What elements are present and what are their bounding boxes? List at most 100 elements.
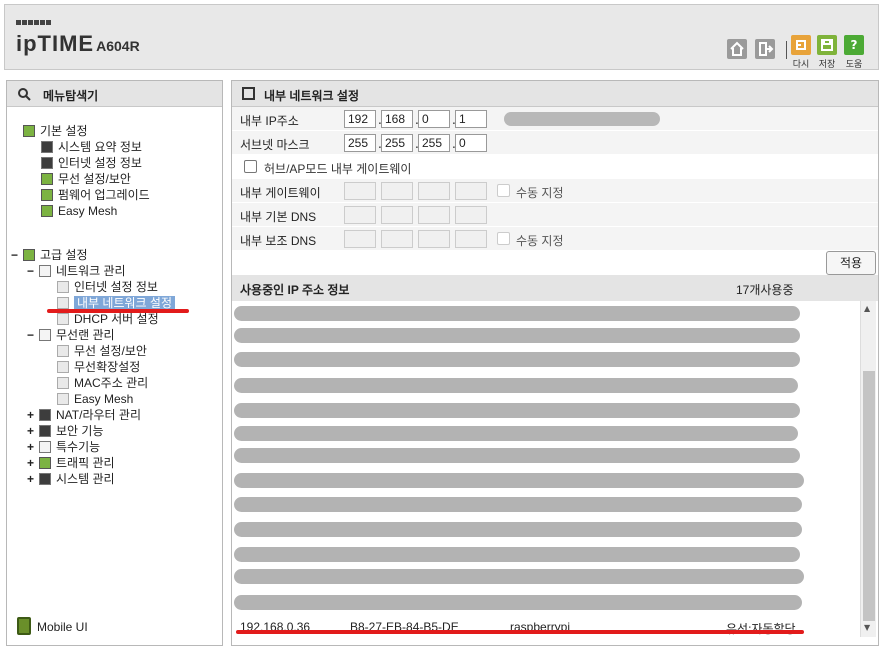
home-icon[interactable] — [727, 39, 747, 59]
expand-toggle[interactable]: + — [27, 439, 37, 455]
gateway-octet-4[interactable] — [455, 182, 487, 200]
tree-label: 무선랜 관리 — [56, 328, 115, 342]
reload-button[interactable]: 다시 — [788, 35, 814, 70]
ip-octet-1[interactable]: 192 — [344, 110, 376, 128]
tree-label: MAC주소 관리 — [74, 376, 149, 390]
mask-octet-4[interactable]: 0 — [455, 134, 487, 152]
tree-wl-security[interactable]: 무선 설정/보안 — [57, 343, 147, 359]
dns2-octet-4[interactable] — [455, 230, 487, 248]
tree-firmware[interactable]: 펌웨어 업그레이드 — [41, 187, 150, 203]
hub-ap-checkbox[interactable] — [244, 160, 257, 173]
special-icon — [39, 441, 51, 453]
tree-security[interactable]: + 보안 기능 — [27, 423, 104, 439]
folder-plus-icon — [23, 125, 35, 137]
dns-manual-checkbox[interactable] — [497, 232, 510, 245]
tree-label: Easy Mesh — [74, 392, 134, 406]
scroll-up-icon[interactable]: ▲ — [864, 304, 870, 313]
lock-icon — [39, 425, 51, 437]
dns2-octet-1[interactable] — [344, 230, 376, 248]
mesh-icon — [41, 205, 53, 217]
ip-list-count: 17개사용중 — [736, 283, 794, 297]
tree-label: 무선 설정/보안 — [74, 344, 147, 358]
ip-list: 192.168.0.36 B8-27-EB-84-B5-DE raspberry… — [232, 301, 860, 637]
dns2-octet-3[interactable] — [418, 230, 450, 248]
apply-button[interactable]: 적용 — [826, 251, 876, 275]
mobile-ui-label: Mobile UI — [37, 620, 88, 634]
help-icon: ? — [844, 35, 864, 55]
window-icon — [242, 87, 255, 100]
expand-toggle[interactable]: + — [27, 455, 37, 471]
collapse-toggle[interactable]: − — [11, 247, 21, 263]
page-title: 내부 네트워크 설정 — [264, 89, 359, 103]
reload-icon — [791, 35, 811, 55]
tree-system[interactable]: + 시스템 관리 — [27, 471, 115, 487]
header-bar: ipTIME A604R 다시 저장 ? 도움 — [4, 4, 879, 70]
tree-label: DHCP 서버 설정 — [74, 312, 159, 326]
tree-advanced-settings[interactable]: − 고급 설정 — [11, 247, 88, 263]
tree-wireless-management[interactable]: − 무선랜 관리 — [27, 327, 115, 343]
tree-special[interactable]: + 특수기능 — [27, 439, 100, 455]
dns1-octet-3[interactable] — [418, 206, 450, 224]
redacted-row — [234, 328, 800, 343]
tree-internet-info[interactable]: 인터넷 설정 정보 — [41, 155, 142, 171]
collapse-toggle[interactable]: − — [27, 327, 37, 343]
tree-dhcp-server[interactable]: DHCP 서버 설정 — [57, 311, 159, 327]
tree-easy-mesh[interactable]: Easy Mesh — [41, 203, 117, 219]
collapse-toggle[interactable]: − — [27, 263, 37, 279]
tree-label: 시스템 관리 — [56, 472, 115, 486]
tree-traffic[interactable]: + 트래픽 관리 — [27, 455, 115, 471]
main-panel: 내부 네트워크 설정 내부 IP주소 192 . 168 . 0 . 1 서브넷… — [231, 80, 879, 646]
mask-octet-1[interactable]: 255 — [344, 134, 376, 152]
scroll-down-icon[interactable]: ▼ — [864, 623, 870, 632]
expand-toggle[interactable]: + — [27, 407, 37, 423]
tree-net-internet-info[interactable]: 인터넷 설정 정보 — [57, 279, 158, 295]
tree-nat-router[interactable]: + NAT/라우터 관리 — [27, 407, 141, 423]
mask-octet-2[interactable]: 255 — [381, 134, 413, 152]
help-button[interactable]: ? 도움 — [841, 35, 867, 70]
ip-octet-3[interactable]: 0 — [418, 110, 450, 128]
dns2-octet-2[interactable] — [381, 230, 413, 248]
mask-label: 서브넷 마스크 — [240, 138, 310, 152]
dns1-octet-2[interactable] — [381, 206, 413, 224]
expand-toggle[interactable]: + — [27, 423, 37, 439]
redacted-row — [234, 403, 800, 418]
wifi-icon — [39, 329, 51, 341]
reload-label: 다시 — [792, 60, 810, 70]
mobile-ui-link[interactable]: Mobile UI — [17, 617, 88, 635]
ip-list-scrollbar[interactable]: ▲ ▼ — [860, 301, 876, 637]
mask-row: 서브넷 마스크 255 . 255 . 255 . 0 — [232, 131, 878, 155]
tree-wireless-security[interactable]: 무선 설정/보안 — [41, 171, 131, 187]
tree-wl-easy-mesh[interactable]: Easy Mesh — [57, 391, 133, 407]
tree-network-management[interactable]: − 네트워크 관리 — [27, 263, 126, 279]
hub-row: 허브/AP모드 내부 게이트웨이 — [232, 155, 878, 179]
ip-octet-2[interactable]: 168 — [381, 110, 413, 128]
gateway-octet-3[interactable] — [418, 182, 450, 200]
folder-plus-icon — [23, 249, 35, 261]
ip-octet-4[interactable]: 1 — [455, 110, 487, 128]
table-row[interactable]: 192.168.0.36 B8-27-EB-84-B5-DE raspberry… — [232, 617, 860, 637]
gateway-octet-2[interactable] — [381, 182, 413, 200]
logout-icon[interactable] — [755, 39, 775, 59]
sidebar-header: 메뉴탐색기 — [7, 81, 222, 107]
tree-basic-settings[interactable]: 기본 설정 — [23, 123, 88, 139]
redacted-row — [234, 426, 798, 441]
monitor-icon — [41, 157, 53, 169]
gateway-manual-checkbox[interactable] — [497, 184, 510, 197]
dns1-row: 내부 기본 DNS — [232, 203, 878, 227]
network-icon — [39, 265, 51, 277]
scroll-thumb[interactable] — [863, 371, 875, 621]
gateway-octet-1[interactable] — [344, 182, 376, 200]
dns1-octet-4[interactable] — [455, 206, 487, 224]
tree-mac-management[interactable]: MAC주소 관리 — [57, 375, 148, 391]
dns-manual-label: 수동 지정 — [516, 234, 564, 248]
tree-label: 펌웨어 업그레이드 — [58, 188, 150, 202]
tree-label: 보안 기능 — [56, 424, 104, 438]
save-button[interactable]: 저장 — [814, 35, 840, 70]
redacted-row — [234, 569, 804, 584]
expand-toggle[interactable]: + — [27, 471, 37, 487]
wifi-icon — [41, 173, 53, 185]
mask-octet-3[interactable]: 255 — [418, 134, 450, 152]
tree-system-summary[interactable]: 시스템 요약 정보 — [41, 139, 142, 155]
dns1-octet-1[interactable] — [344, 206, 376, 224]
tree-wl-extension[interactable]: 무선확장설정 — [57, 359, 140, 375]
